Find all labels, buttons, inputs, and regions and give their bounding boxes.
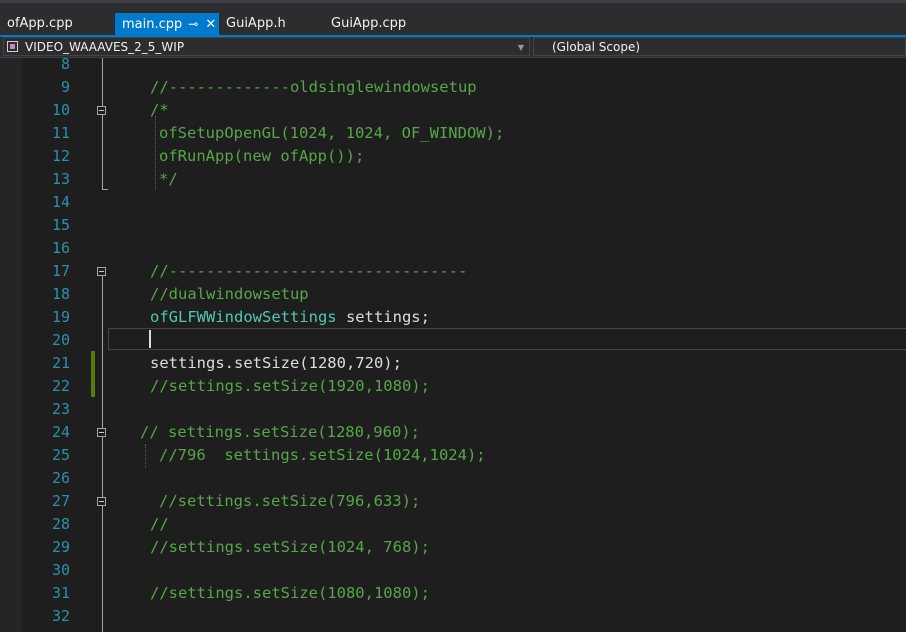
indent-guide (155, 116, 156, 190)
project-icon (7, 41, 18, 52)
line-number: 10 (51, 101, 70, 119)
line-number: 9 (60, 78, 70, 96)
project-dropdown[interactable]: VIDEO_WAAAVES_2_5_WIP ▼ (3, 37, 530, 56)
line-number: 15 (51, 216, 70, 234)
scope-label: (Global Scope) (552, 40, 641, 54)
tab-label: GuiApp.h (226, 16, 286, 31)
document-tab-strip: ofApp.cpp main.cpp ⊸ ✕ GuiApp.h GuiApp.cpp (0, 0, 906, 37)
code-line[interactable]: //settings.setSize(1920,1080); (150, 375, 430, 398)
type-name: ofGLFWWindowSettings (150, 308, 337, 326)
line-number: 16 (51, 239, 70, 257)
collapse-icon[interactable] (97, 106, 106, 115)
line-number: 25 (51, 446, 70, 464)
code-line[interactable]: ofRunApp(new ofApp()); (159, 145, 364, 168)
code-line[interactable]: //-------------oldsinglewindowsetup (150, 76, 477, 99)
line-number: 26 (51, 469, 70, 487)
line-number: 30 (51, 561, 70, 579)
code-line[interactable]: //settings.setSize(1024, 768); (150, 536, 430, 559)
collapse-icon[interactable] (97, 428, 106, 437)
line-number: 27 (51, 492, 70, 510)
tab-label: main.cpp (122, 17, 183, 32)
line-number: 12 (51, 147, 70, 165)
code-line[interactable]: //796 settings.setSize(1024,1024); (159, 444, 486, 467)
line-number: 23 (51, 400, 70, 418)
declaration-text: settings; (336, 308, 430, 326)
line-number: 29 (51, 538, 70, 556)
line-number: 24 (51, 423, 70, 441)
pin-icon[interactable]: ⊸ (188, 13, 198, 35)
navigation-bar: VIDEO_WAAAVES_2_5_WIP ▼ (Global Scope) (0, 37, 906, 58)
chevron-down-icon[interactable]: ▼ (518, 38, 524, 57)
scope-dropdown[interactable]: (Global Scope) (533, 37, 906, 56)
code-line[interactable]: // (150, 513, 169, 536)
line-number: 22 (51, 377, 70, 395)
code-line[interactable]: /* (150, 99, 169, 122)
outline-guide (102, 58, 103, 190)
line-number: 8 (60, 55, 70, 73)
code-line[interactable]: //dualwindowsetup (150, 283, 309, 306)
tab-ofapp-cpp[interactable]: ofApp.cpp (0, 13, 77, 35)
tab-strip-top-border (0, 0, 906, 3)
tab-guiapp-cpp[interactable]: GuiApp.cpp (324, 13, 410, 35)
tab-main-cpp[interactable]: main.cpp ⊸ ✕ (115, 13, 219, 35)
line-number: 21 (51, 354, 70, 372)
code-line[interactable]: // settings.setSize(1280,960); (140, 421, 420, 444)
tab-guiapp-h[interactable]: GuiApp.h (219, 13, 290, 35)
text-caret (149, 330, 151, 348)
current-line-highlight (108, 328, 906, 350)
indicator-margin (0, 58, 22, 632)
outline-end-marker (102, 189, 108, 190)
line-number: 28 (51, 515, 70, 533)
line-number: 17 (51, 262, 70, 280)
code-line[interactable]: //settings.setSize(796,633); (159, 490, 420, 513)
code-line[interactable]: */ (159, 168, 178, 191)
code-line[interactable]: //-------------------------------- (150, 260, 467, 283)
line-number: 32 (51, 607, 70, 625)
indent-guide (145, 444, 146, 468)
line-number: 18 (51, 285, 70, 303)
code-line[interactable]: ofSetupOpenGL(1024, 1024, OF_WINDOW); (159, 122, 504, 145)
outline-guide (102, 274, 103, 632)
code-line[interactable]: ofGLFWWindowSettings settings; (150, 306, 430, 329)
collapse-icon[interactable] (97, 267, 106, 276)
collapse-icon[interactable] (97, 497, 106, 506)
tab-label: GuiApp.cpp (331, 16, 407, 31)
line-number: 13 (51, 170, 70, 188)
code-line[interactable]: //settings.setSize(1080,1080); (150, 582, 430, 605)
line-number: 31 (51, 584, 70, 602)
line-number: 20 (51, 331, 70, 349)
change-tracking-bar (91, 351, 95, 397)
code-editor[interactable]: 8 9 10 11 12 13 14 15 16 17 18 19 20 21 … (0, 55, 906, 632)
tab-label: ofApp.cpp (7, 16, 73, 31)
line-number: 14 (51, 193, 70, 211)
line-number: 11 (51, 124, 70, 142)
code-line[interactable]: settings.setSize(1280,720); (150, 352, 402, 375)
line-number: 19 (51, 308, 70, 326)
close-icon[interactable]: ✕ (205, 14, 216, 36)
